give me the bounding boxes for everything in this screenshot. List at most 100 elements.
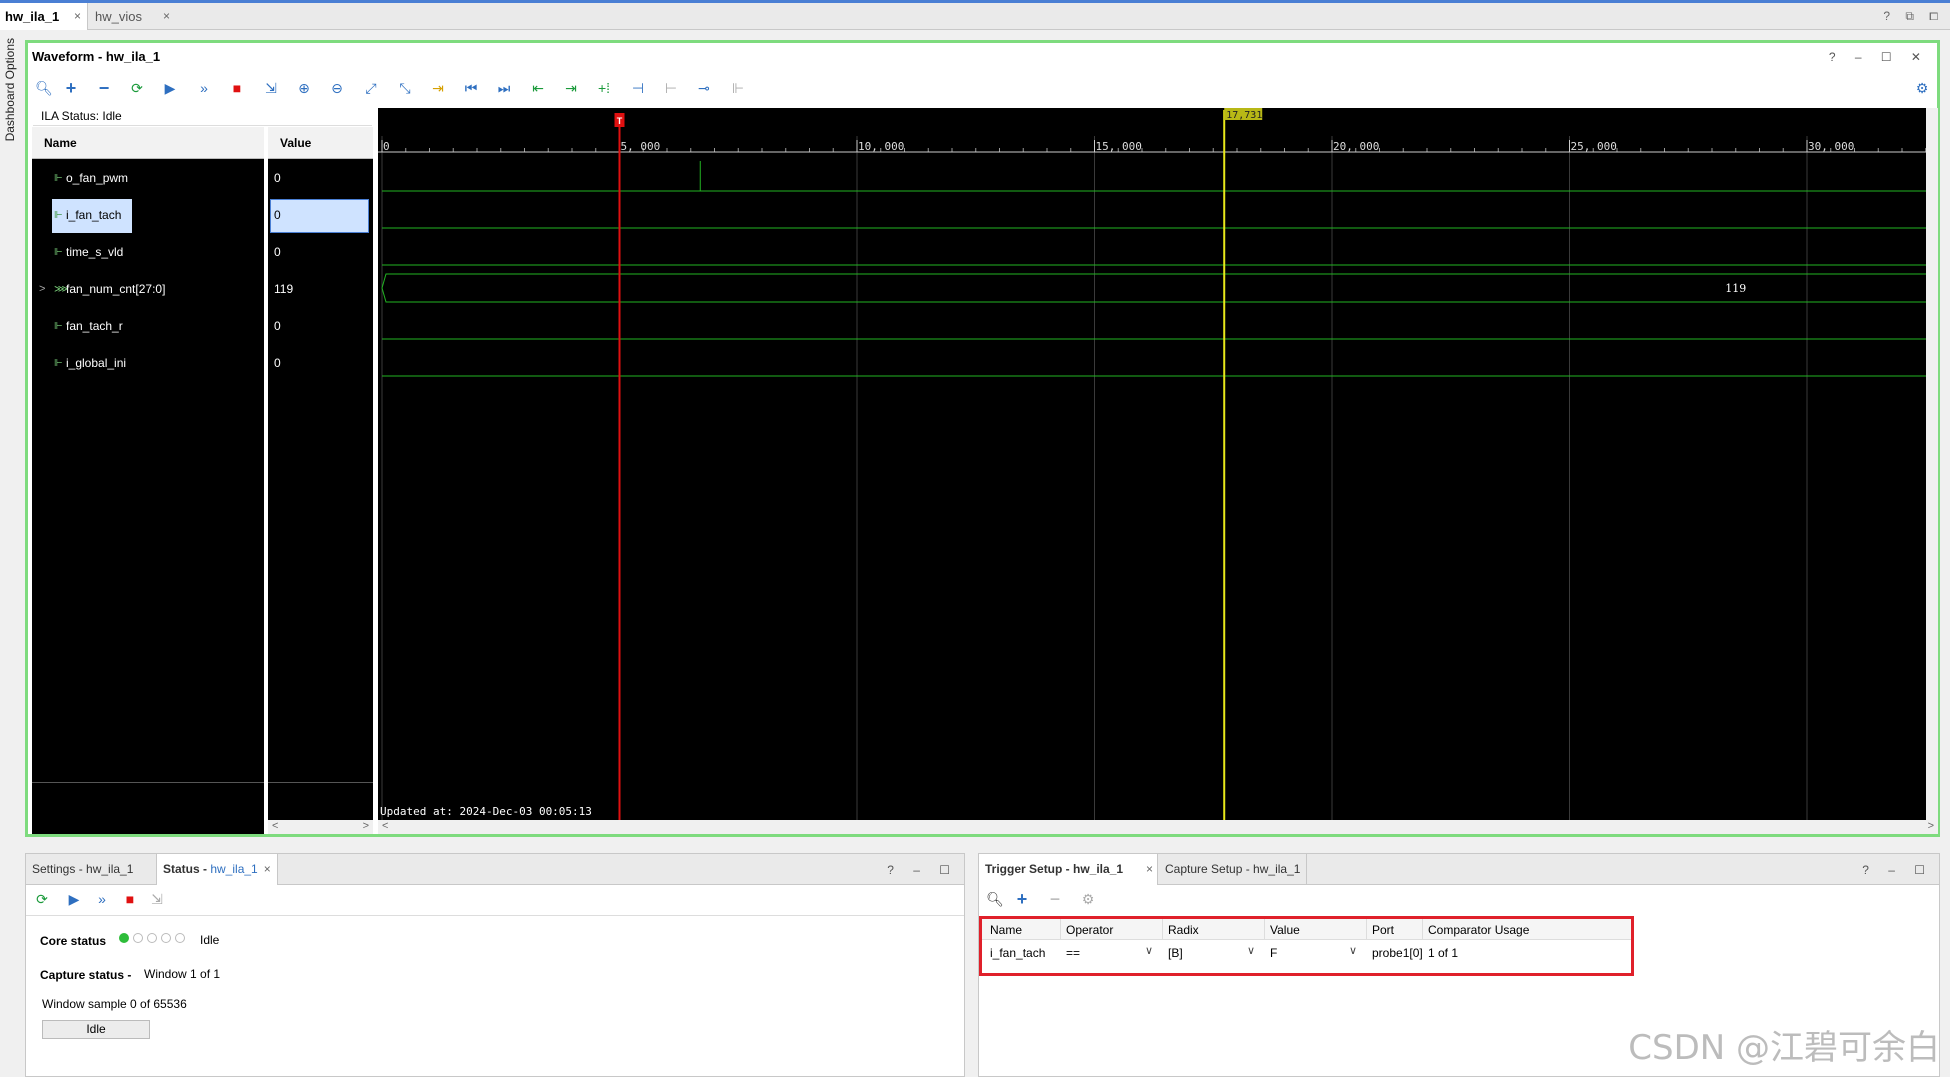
- export-icon[interactable]: ⇲: [146, 889, 168, 909]
- name-column-header[interactable]: Name: [32, 127, 264, 159]
- panel-window-controls[interactable]: ? – ☐: [887, 863, 958, 877]
- waveform-horizontal-scrollbar[interactable]: < >: [378, 820, 1938, 834]
- doc-tab-label: hw_vios: [95, 9, 142, 24]
- add-marker-icon[interactable]: +⁞: [593, 78, 615, 98]
- search-icon[interactable]: 🔍︎: [33, 78, 55, 98]
- signal-row-o-fan-pwm[interactable]: ⊩ o_fan_pwm: [32, 160, 264, 197]
- chevron-down-icon[interactable]: ∨: [1145, 944, 1153, 957]
- previous-marker-icon[interactable]: ⊣: [627, 78, 649, 98]
- signal-row-i-fan-tach[interactable]: ⊩ i_fan_tach: [32, 197, 264, 234]
- idle-status-button[interactable]: Idle: [42, 1020, 150, 1039]
- tab-trigger-setup[interactable]: Trigger Setup - hw_ila_1 ×: [979, 854, 1158, 885]
- close-icon[interactable]: ×: [264, 862, 271, 876]
- run-trigger-icon[interactable]: ▶: [159, 78, 181, 98]
- core-status-value: Idle: [200, 933, 220, 947]
- bit-signal-icon: ⊩: [54, 358, 63, 369]
- capture-status-value: Window 1 of 1: [144, 967, 221, 981]
- waveform-viewer[interactable]: 0 5, 000 10, 000 15, 000 20, 000 25, 000 30, 0…: [378, 108, 1938, 834]
- selection-highlight: [270, 199, 369, 233]
- run-immediate-icon[interactable]: »: [91, 889, 113, 909]
- signal-value: 0: [274, 319, 281, 333]
- chevron-left-icon[interactable]: <: [382, 820, 388, 832]
- signal-row-i-global-ini[interactable]: ⊩ i_global_ini: [32, 345, 264, 382]
- name-column-footer: [32, 782, 264, 834]
- value-row[interactable]: 0: [268, 197, 373, 234]
- close-icon[interactable]: ×: [163, 3, 170, 30]
- document-tab-bar: hw_ila_1 × hw_vios × ? ⧉ ⧠: [0, 0, 1950, 30]
- close-icon[interactable]: ×: [1146, 854, 1153, 885]
- value-select[interactable]: F: [1270, 946, 1277, 960]
- column-header-name[interactable]: Name: [990, 923, 1022, 937]
- bit-signal-icon: ⊩: [54, 173, 63, 184]
- chevron-right-icon[interactable]: >: [363, 820, 369, 832]
- zoom-in-icon[interactable]: ⊕: [293, 78, 315, 98]
- value-row[interactable]: 119: [268, 271, 373, 308]
- add-icon[interactable]: +: [60, 78, 82, 98]
- axis-tick-label: 5, 000: [621, 140, 661, 153]
- value-row[interactable]: 0: [268, 345, 373, 382]
- run-immediate-icon[interactable]: »: [193, 78, 215, 98]
- dashboard-options-strip[interactable]: Dashboard Options: [0, 30, 20, 230]
- axis-tick-label: 0: [383, 140, 390, 153]
- refresh-icon[interactable]: ⟳: [31, 889, 53, 909]
- go-to-start-icon[interactable]: ⏮: [460, 78, 482, 98]
- value-row[interactable]: 0: [268, 234, 373, 271]
- signal-name: fan_num_cnt[27:0]: [66, 282, 166, 296]
- status-panel-tabs: Settings - hw_ila_1 Status - hw_ila_1 × ?…: [26, 854, 964, 885]
- zoom-out-icon[interactable]: ⊖: [326, 78, 348, 98]
- column-divider: [1366, 919, 1367, 939]
- stop-icon[interactable]: ■: [119, 889, 141, 909]
- goto-cursor-icon[interactable]: ⇥: [427, 78, 449, 98]
- close-icon[interactable]: ×: [74, 3, 81, 30]
- snap-icon[interactable]: ⊩: [727, 78, 749, 98]
- chevron-right-icon[interactable]: >: [39, 271, 45, 308]
- column-header-value[interactable]: Value: [1270, 923, 1300, 937]
- column-header-comparator-usage[interactable]: Comparator Usage: [1428, 923, 1529, 937]
- tab-settings[interactable]: Settings - hw_ila_1: [26, 854, 139, 885]
- zoom-fit-icon[interactable]: ⤢: [360, 78, 382, 98]
- go-to-end-icon[interactable]: ⏭: [493, 78, 515, 98]
- next-marker-icon[interactable]: ⊢: [660, 78, 682, 98]
- waveform-canvas[interactable]: 0 5, 000 10, 000 15, 000 20, 000 25, 000 30, 0…: [378, 108, 1938, 820]
- doc-tab-hw-ila-1[interactable]: hw_ila_1 ×: [0, 3, 88, 30]
- add-icon[interactable]: +: [1011, 889, 1033, 909]
- value-horizontal-scrollbar[interactable]: < >: [268, 820, 373, 834]
- chevron-down-icon[interactable]: ∨: [1349, 944, 1357, 957]
- column-header-radix[interactable]: Radix: [1168, 923, 1199, 937]
- chevron-left-icon[interactable]: <: [272, 820, 278, 832]
- zoom-cursor-icon[interactable]: ⤡: [394, 78, 416, 98]
- search-icon[interactable]: 🔍︎: [984, 889, 1006, 909]
- value-column-header[interactable]: Value: [268, 127, 373, 159]
- column-header-port[interactable]: Port: [1372, 923, 1394, 937]
- value-row[interactable]: 0: [268, 160, 373, 197]
- gear-icon[interactable]: ⚙: [1911, 78, 1933, 98]
- chevron-right-icon[interactable]: >: [1928, 820, 1934, 832]
- window-controls[interactable]: ? ⧉ ⧠: [1883, 9, 1944, 24]
- operator-select[interactable]: ==: [1066, 946, 1080, 960]
- tab-capture-setup[interactable]: Capture Setup - hw_ila_1: [1159, 854, 1308, 885]
- panel-window-controls[interactable]: ? – ☐ ✕: [1829, 50, 1929, 64]
- signal-row-time-s-vld[interactable]: ⊩ time_s_vld: [32, 234, 264, 271]
- swap-cursors-icon[interactable]: ⊸: [693, 78, 715, 98]
- radix-select[interactable]: [B]: [1168, 946, 1183, 960]
- signal-row-fan-tach-r[interactable]: ⊩ fan_tach_r: [32, 308, 264, 345]
- chevron-down-icon[interactable]: ∨: [1247, 944, 1255, 957]
- stop-icon[interactable]: ■: [226, 78, 248, 98]
- run-trigger-icon[interactable]: ▶: [63, 889, 85, 909]
- bit-signal-icon: ⊩: [54, 321, 63, 332]
- value-row[interactable]: 0: [268, 308, 373, 345]
- waveform-panel: Waveform - hw_ila_1 ? – ☐ ✕ 🔍︎ + − ⟳ ▶ »…: [25, 40, 1940, 837]
- refresh-icon[interactable]: ⟳: [126, 78, 148, 98]
- trigger-condition-icon[interactable]: ⚙: [1077, 889, 1099, 909]
- export-icon[interactable]: ⇲: [260, 78, 282, 98]
- remove-icon[interactable]: −: [93, 78, 115, 98]
- remove-icon[interactable]: −: [1044, 889, 1066, 909]
- tab-status[interactable]: Status - hw_ila_1 ×: [156, 854, 278, 885]
- tab-label-target: hw_ila_1: [210, 862, 258, 876]
- next-transition-icon[interactable]: ⇥: [560, 78, 582, 98]
- panel-window-controls[interactable]: ? – ☐: [1862, 863, 1933, 877]
- signal-row-fan-num-cnt[interactable]: > ⋙ fan_num_cnt[27:0]: [32, 271, 264, 308]
- column-header-operator[interactable]: Operator: [1066, 923, 1113, 937]
- previous-transition-icon[interactable]: ⇤: [527, 78, 549, 98]
- doc-tab-hw-vios[interactable]: hw_vios ×: [90, 3, 176, 30]
